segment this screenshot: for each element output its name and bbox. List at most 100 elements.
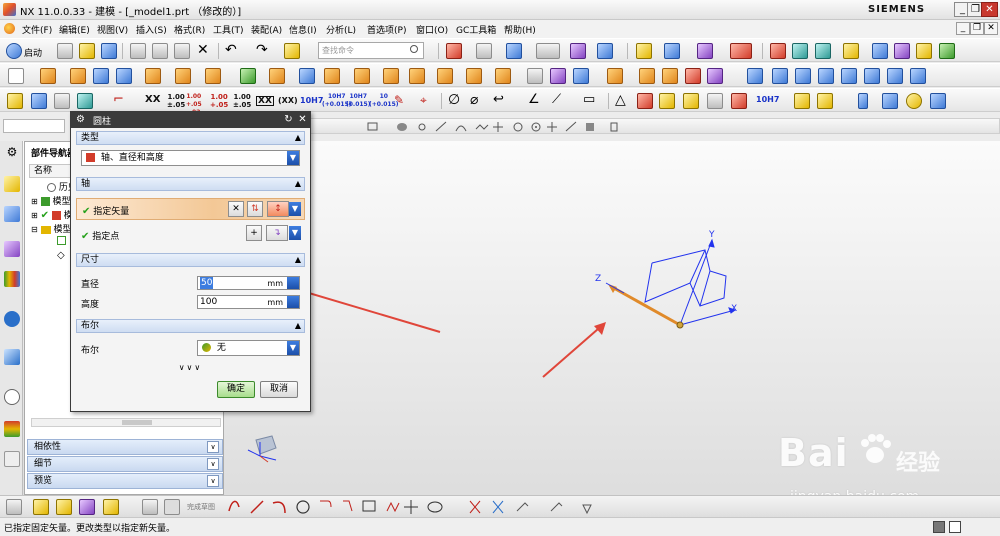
trimmed-sheet-icon[interactable]	[887, 68, 903, 84]
chamfer-dim-icon[interactable]: ⟋	[552, 93, 568, 109]
finish-sketch-icon[interactable]	[164, 499, 180, 515]
doc-minimize-button[interactable]: _	[956, 22, 970, 35]
swept-icon[interactable]	[795, 68, 811, 84]
move-face-icon[interactable]	[639, 68, 655, 84]
fit-symbol-label[interactable]: 10H7	[756, 96, 779, 104]
sketch-task-icon[interactable]	[33, 499, 49, 515]
offset-region-icon[interactable]	[707, 68, 723, 84]
hole-icon[interactable]	[145, 68, 161, 84]
details-section[interactable]: 细节 ∨	[27, 456, 223, 472]
mirror-icon[interactable]	[437, 68, 453, 84]
edit-object-display-icon[interactable]	[939, 43, 955, 59]
menu-insert[interactable]: 插入(S)	[136, 23, 167, 36]
pull-face-icon[interactable]	[662, 68, 678, 84]
vector-dialog-icon[interactable]: ✕	[228, 201, 244, 217]
pattern-icon[interactable]	[409, 68, 425, 84]
web-browser-icon[interactable]	[4, 311, 20, 327]
diameter-input[interactable]: 50 mm	[197, 276, 300, 290]
chevron-down-icon[interactable]: ∨	[207, 458, 219, 470]
dim-tol-label[interactable]: 1.00 ±.05	[167, 93, 185, 109]
draft-icon[interactable]	[383, 68, 399, 84]
point-dialog-icon[interactable]: +	[246, 225, 262, 241]
copy-icon[interactable]	[152, 43, 168, 59]
menu-view[interactable]: 视图(V)	[97, 23, 128, 36]
chevron-down-icon[interactable]: ▼	[287, 151, 299, 165]
cancel-button[interactable]: 取消	[260, 381, 298, 398]
assembly-navigator-icon[interactable]	[4, 176, 20, 192]
specify-vector-row[interactable]: ✔ 指定矢量 ✕ ⇅ ↕ ▼	[76, 198, 305, 220]
name-column-header[interactable]: 名称	[29, 164, 73, 178]
collapse-icon[interactable]: ▲	[295, 320, 301, 332]
dim-reference-label[interactable]: (XX)	[278, 97, 298, 105]
background-icon[interactable]	[536, 43, 560, 59]
collapse-icon[interactable]: ▲	[295, 132, 301, 144]
unite-icon[interactable]	[240, 68, 256, 84]
sketch-constraints-icon[interactable]	[103, 499, 119, 515]
menu-edit[interactable]: 编辑(E)	[59, 23, 90, 36]
through-curves-icon[interactable]	[772, 68, 788, 84]
invert-visibility-icon[interactable]	[916, 43, 932, 59]
dialog-title-bar[interactable]: ⚙ 圆柱 ↻ ✕	[71, 112, 310, 128]
shaded-view-icon[interactable]	[506, 43, 522, 59]
chevron-down-icon[interactable]: ▼	[287, 341, 299, 355]
boolean-dropdown[interactable]: 无 ▼	[197, 340, 300, 356]
dim-fit-label[interactable]: 10H7	[300, 97, 323, 105]
sketch-orient-icon[interactable]	[56, 499, 72, 515]
weld-icon[interactable]	[731, 93, 747, 109]
pmi-settings-icon[interactable]	[7, 93, 23, 109]
menu-preferences[interactable]: 首选项(P)	[367, 23, 406, 36]
cylinder-marker-icon[interactable]	[858, 93, 868, 109]
dim-basic-label[interactable]: XX	[256, 96, 274, 106]
rapid-dimension-icon[interactable]: ⌐	[113, 93, 129, 109]
measure-icon[interactable]	[730, 43, 752, 59]
part-navigator-icon[interactable]	[4, 241, 20, 257]
point-dropdown-icon[interactable]: ▼	[289, 226, 301, 240]
scrollbar-thumb[interactable]	[122, 420, 152, 425]
command-search-input[interactable]: 查找命令	[318, 42, 424, 59]
reuse-library-icon[interactable]	[4, 271, 20, 287]
touch-mode-icon[interactable]	[284, 43, 300, 59]
revolve-icon[interactable]	[70, 68, 86, 84]
vector-dropdown-icon[interactable]: ▼	[289, 202, 301, 216]
delete-icon[interactable]: ✕	[197, 43, 213, 59]
reverse-direction-icon[interactable]: ⇅	[247, 201, 263, 217]
tree-row-model-3[interactable]: ⊟ 模型	[31, 222, 71, 235]
doc-close-button[interactable]: ✕	[984, 22, 998, 35]
chevron-down-icon[interactable]: ∨	[207, 441, 219, 453]
hide-icon[interactable]	[843, 43, 859, 59]
note-icon[interactable]	[637, 93, 653, 109]
new-file-icon[interactable]	[57, 43, 73, 59]
roles-icon[interactable]	[4, 451, 20, 467]
menu-format[interactable]: 格式(R)	[174, 23, 205, 36]
diameter-spin-icon[interactable]	[287, 277, 299, 289]
wcs-icon[interactable]	[664, 43, 680, 59]
menu-help[interactable]: 帮助(H)	[504, 23, 536, 36]
trim-body-icon[interactable]	[466, 68, 482, 84]
edge-blend-icon[interactable]	[324, 68, 340, 84]
surface-icon[interactable]	[747, 68, 763, 84]
datum-csys-icon[interactable]	[697, 43, 713, 59]
custom-symbol-icon[interactable]	[794, 93, 810, 109]
pmi-tool-icon[interactable]	[930, 93, 946, 109]
show-icon[interactable]	[872, 43, 888, 59]
boolean-group-header[interactable]: 布尔 ▲	[76, 319, 305, 333]
dialog-gear-icon[interactable]: ⚙	[76, 114, 85, 125]
collapse-icon[interactable]: ▲	[295, 178, 301, 190]
sketch-icon[interactable]	[8, 68, 24, 84]
save-icon[interactable]	[101, 43, 117, 59]
menu-tools[interactable]: 工具(T)	[213, 23, 244, 36]
menu-assembly[interactable]: 装配(A)	[251, 23, 282, 36]
menu-file[interactable]: 文件(F)	[22, 23, 52, 36]
studio-surface-icon[interactable]	[818, 68, 834, 84]
surface-finish-icon[interactable]	[707, 93, 723, 109]
height-input[interactable]: 100 mm	[197, 295, 300, 309]
orient-view-icon[interactable]	[570, 43, 586, 59]
shell-icon[interactable]	[299, 68, 315, 84]
menu-gc-toolbox[interactable]: GC工具箱	[456, 23, 496, 36]
thread-icon[interactable]	[527, 68, 543, 84]
preview-section[interactable]: 预览 ∨	[27, 473, 223, 489]
dim-radial-icon[interactable]: ⌖	[420, 93, 436, 109]
sketch-curve-icons[interactable]	[225, 497, 605, 517]
sketch-settings-icon[interactable]	[6, 499, 22, 515]
delete-face-icon[interactable]	[685, 68, 701, 84]
